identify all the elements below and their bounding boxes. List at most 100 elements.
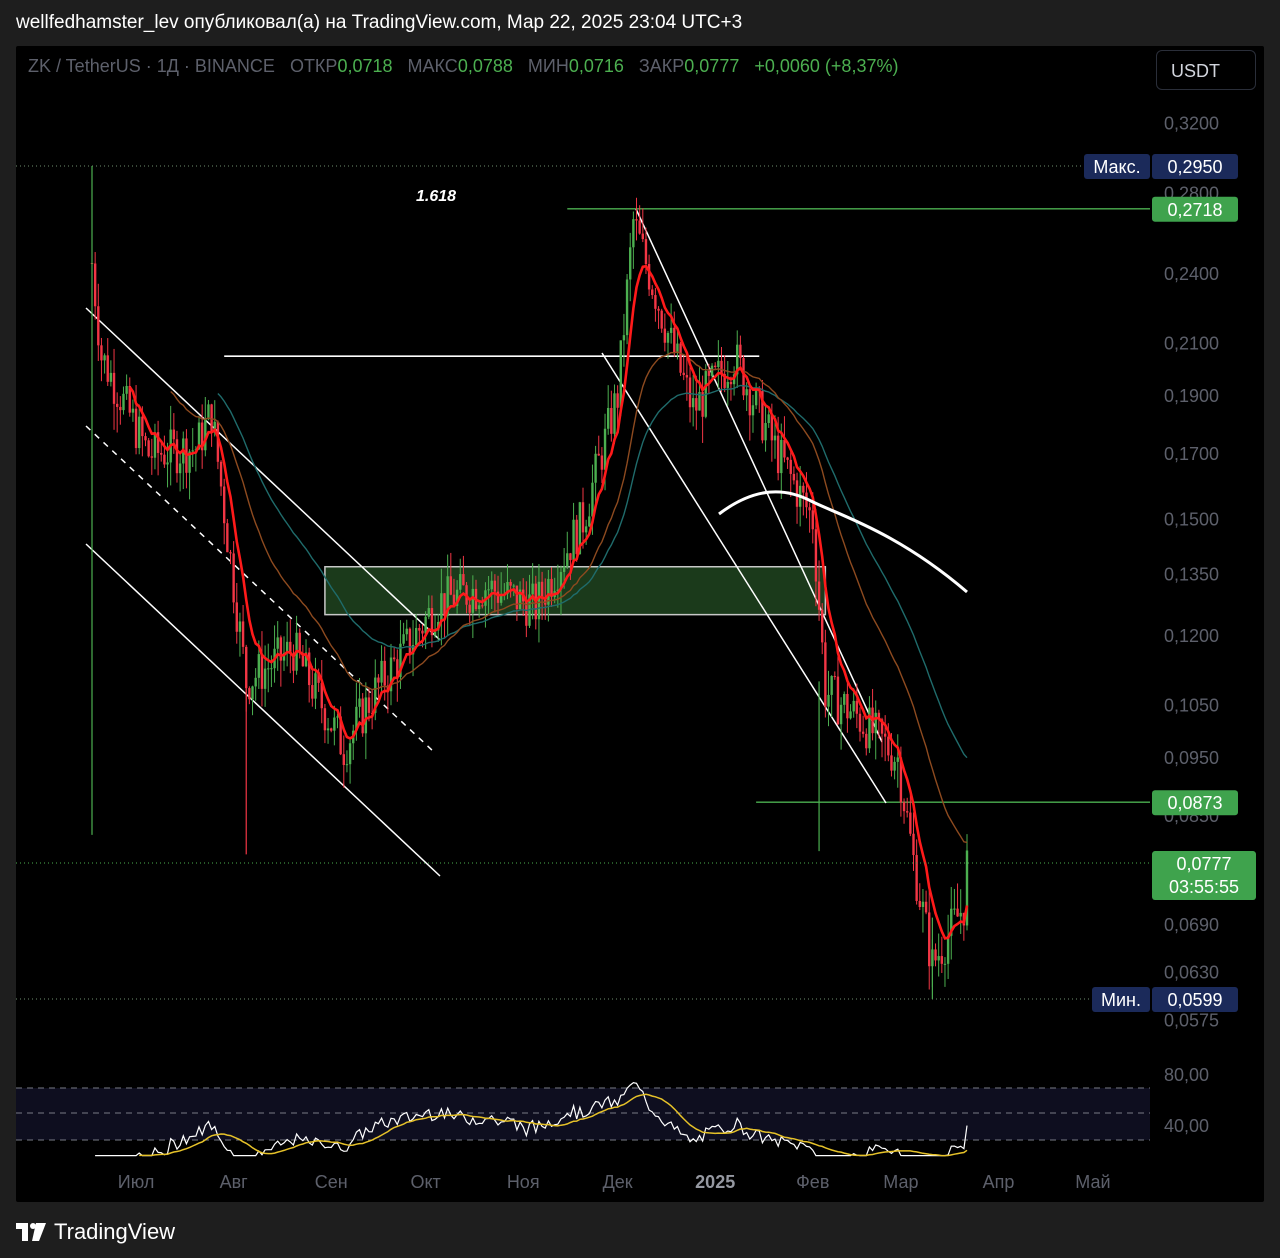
candle xyxy=(459,558,462,594)
candle xyxy=(704,364,707,419)
candle-body xyxy=(100,345,103,361)
candle xyxy=(717,340,720,389)
candle-body xyxy=(531,583,534,595)
candle-body xyxy=(298,632,301,654)
candle-body xyxy=(276,637,279,649)
chart-canvas[interactable]: 0,32000,28000,24000,21000,19000,17000,15… xyxy=(16,46,1264,1202)
candle xyxy=(115,392,119,433)
candle-body xyxy=(449,576,453,595)
last-price-label: 0,0777 03:55:55 xyxy=(1152,851,1256,901)
demand-zone xyxy=(324,565,827,616)
candle-body xyxy=(191,450,194,452)
candle-body xyxy=(603,428,607,470)
candle xyxy=(767,409,770,428)
candle-body xyxy=(566,553,569,567)
candle-body xyxy=(418,627,421,631)
candle-body xyxy=(462,574,465,586)
price-tick: 0,0630 xyxy=(1164,963,1219,983)
candle-body xyxy=(333,717,336,731)
candle xyxy=(112,348,116,430)
candle xyxy=(943,957,947,987)
price-tick: 0,2100 xyxy=(1164,334,1219,354)
time-tick: Июл xyxy=(118,1172,155,1192)
candle xyxy=(594,445,597,507)
time-tick: Апр xyxy=(983,1172,1015,1192)
footer: TradingView xyxy=(16,1212,175,1252)
candle-body xyxy=(852,700,855,712)
candle-body xyxy=(855,700,859,714)
candle-body xyxy=(846,693,849,719)
fib-price-label: 0,2718 xyxy=(1152,196,1238,222)
candle xyxy=(93,252,97,320)
candle-body xyxy=(588,516,591,527)
rsi-tick: 80,00 xyxy=(1164,1065,1209,1085)
candle xyxy=(915,839,918,905)
candle-body xyxy=(232,553,235,603)
candle xyxy=(226,518,229,553)
candle xyxy=(153,423,157,470)
time-tick: Фев xyxy=(796,1172,829,1192)
candle xyxy=(238,612,242,657)
candle xyxy=(610,390,613,442)
currency-button[interactable]: USDT xyxy=(1156,50,1256,90)
candle xyxy=(836,656,840,725)
candle-body xyxy=(691,398,695,408)
candle xyxy=(764,406,767,452)
time-tick: Авг xyxy=(220,1172,249,1192)
candle xyxy=(204,397,207,457)
candle-body xyxy=(405,628,408,635)
candle xyxy=(893,756,896,780)
candle-body xyxy=(808,507,811,511)
candle-body xyxy=(160,452,163,455)
min-value-label: 0,0599 xyxy=(1152,987,1238,1012)
candle xyxy=(581,487,585,549)
candle-body xyxy=(172,429,176,440)
candle-body xyxy=(669,327,673,333)
candle-body xyxy=(843,693,846,705)
candle xyxy=(896,734,899,788)
candle xyxy=(874,700,877,760)
time-tick: 2025 xyxy=(695,1172,735,1192)
candle-body xyxy=(688,377,692,408)
candle xyxy=(348,737,352,784)
candle xyxy=(235,583,238,644)
candle-body xyxy=(666,332,670,343)
max-title-label: Макс. xyxy=(1084,154,1150,179)
candle xyxy=(786,456,789,469)
candle-body xyxy=(581,502,585,533)
candle xyxy=(131,399,135,422)
candle xyxy=(128,377,131,417)
time-tick: Май xyxy=(1075,1172,1110,1192)
candle-body xyxy=(440,593,443,622)
candle-body xyxy=(490,580,493,590)
candle-body xyxy=(776,435,780,474)
candle-body xyxy=(657,308,660,311)
open-value: 0,0718 xyxy=(337,56,393,76)
candle-body xyxy=(515,585,519,610)
time-tick: Окт xyxy=(410,1172,440,1192)
candle-body xyxy=(625,279,629,336)
candle-body xyxy=(836,676,840,725)
candle xyxy=(946,914,950,979)
candle-body xyxy=(125,385,128,394)
candle-body xyxy=(811,510,814,530)
candle xyxy=(833,671,837,680)
candle-body xyxy=(512,585,515,587)
candle-body xyxy=(827,694,830,707)
candle-body xyxy=(635,219,638,221)
candle xyxy=(260,631,264,707)
candle xyxy=(326,717,330,744)
candle-body xyxy=(311,685,314,699)
fib-label: 1.618 xyxy=(416,188,456,205)
candle xyxy=(905,797,909,818)
candle xyxy=(163,435,166,468)
candle xyxy=(669,303,673,344)
candle xyxy=(600,447,604,484)
chart-frame[interactable]: 0,3200 0,2800 0,2400 0,2100 0,1900 0,1700 0,15… xyxy=(16,46,1264,1202)
candle-body xyxy=(358,698,361,707)
candle-body xyxy=(770,414,774,441)
candle xyxy=(691,374,695,427)
candle-body xyxy=(138,416,141,449)
candle-body xyxy=(163,454,166,465)
candle-body xyxy=(928,912,931,967)
